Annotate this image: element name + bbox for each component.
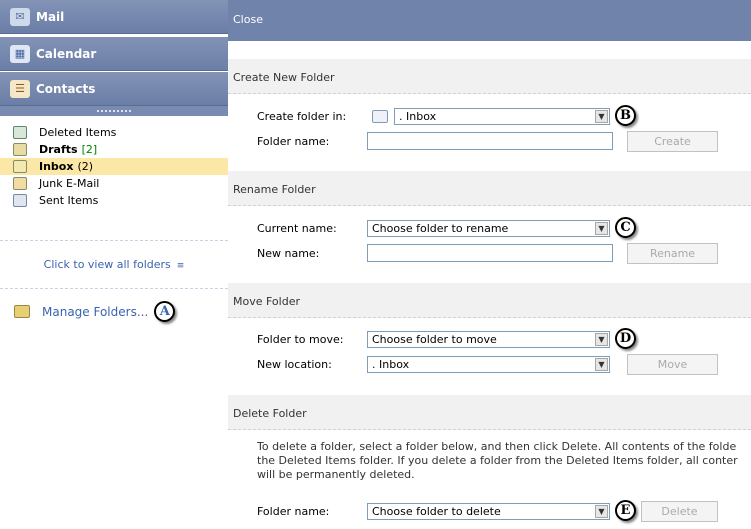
new-location-label: New location:	[257, 357, 332, 371]
folder-to-move-label: Folder to move:	[257, 332, 344, 346]
nav-contacts-label: Contacts	[36, 81, 96, 96]
panel-header: Close	[228, 0, 751, 41]
delete-folder-name-label: Folder name:	[257, 504, 330, 518]
junk-icon	[13, 177, 27, 190]
mail-icon: ✉	[10, 7, 30, 26]
folder-icon	[14, 305, 30, 318]
nav-resize-grip[interactable]	[0, 106, 228, 116]
view-all-folders-link[interactable]: Click to view all folders ≡	[0, 258, 228, 271]
move-location-row: New location: . Inbox ▼ Move	[228, 353, 751, 375]
current-name-label: Current name:	[257, 221, 337, 235]
new-name-input[interactable]	[367, 244, 613, 262]
folder-count: [2]	[81, 143, 98, 156]
new-name-label: New name:	[257, 246, 320, 260]
create-folder-in-row: Create folder in: . Inbox ▼ B	[228, 105, 751, 127]
delete-info-line: the Deleted Items folder. If you delete …	[257, 454, 738, 467]
folder-count: (2)	[77, 160, 94, 173]
navigation-pane: ✉ Mail ▦ Calendar ☰ Contacts Deleted Ite…	[0, 0, 228, 529]
delete-folder-select[interactable]: Choose folder to delete ▼	[367, 502, 610, 520]
create-in-label: Create folder in:	[257, 109, 347, 123]
folder-label: Deleted Items	[39, 126, 117, 139]
inbox-icon	[372, 109, 388, 123]
dropdown-arrow-icon[interactable]: ▼	[595, 109, 608, 123]
delete-select-value: Choose folder to delete	[372, 504, 501, 518]
folder-list: Deleted Items Drafts [2] Inbox (2) Junk …	[0, 124, 228, 209]
inbox-icon	[13, 160, 27, 173]
callout-d: D	[615, 328, 636, 349]
manage-folders-label: Manage Folders...	[42, 304, 149, 319]
move-select-value: Choose folder to move	[372, 332, 497, 346]
rename-new-row: New name: Rename	[228, 242, 751, 264]
nav-calendar-button[interactable]: ▦ Calendar	[0, 37, 228, 71]
folder-drafts[interactable]: Drafts [2]	[0, 141, 228, 158]
folder-name-label: Folder name:	[257, 134, 330, 148]
new-location-select[interactable]: . Inbox ▼	[367, 355, 610, 373]
dropdown-arrow-icon[interactable]: ▼	[595, 357, 608, 371]
folder-junk-email[interactable]: Junk E-Mail	[0, 175, 228, 192]
delete-section-title: Delete Folder	[228, 395, 751, 430]
create-in-value: . Inbox	[399, 109, 437, 123]
location-select-value: . Inbox	[372, 357, 410, 371]
folder-label: Junk E-Mail	[39, 177, 100, 190]
folder-label: Inbox	[39, 160, 74, 173]
nav-mail-button[interactable]: ✉ Mail	[0, 0, 228, 34]
chevron-down-icon: ≡	[176, 261, 185, 271]
divider	[0, 240, 228, 241]
rename-button[interactable]: Rename	[627, 242, 718, 264]
contacts-icon: ☰	[10, 79, 30, 98]
delete-instructions: To delete a folder, select a folder belo…	[257, 440, 751, 482]
callout-c: C	[615, 217, 636, 238]
callout-e: E	[615, 500, 636, 521]
trash-icon	[13, 126, 27, 139]
create-folder-name-row: Folder name: Create	[228, 130, 751, 152]
folder-sent-items[interactable]: Sent Items	[0, 192, 228, 209]
close-link[interactable]: Close	[233, 13, 263, 26]
create-folder-in-select[interactable]: . Inbox ▼	[394, 107, 610, 125]
new-folder-name-input[interactable]	[367, 132, 613, 150]
dropdown-arrow-icon[interactable]: ▼	[595, 332, 608, 346]
move-folder-select[interactable]: Choose folder to move ▼	[367, 330, 610, 348]
delete-folder-row: Folder name: Choose folder to delete ▼ E…	[228, 500, 751, 522]
divider	[0, 288, 228, 289]
view-all-label: Click to view all folders	[43, 258, 171, 271]
create-section-title: Create New Folder	[228, 59, 751, 94]
folder-label: Sent Items	[39, 194, 99, 207]
folder-label: Drafts	[39, 143, 78, 156]
create-button[interactable]: Create	[627, 130, 718, 152]
delete-button[interactable]: Delete	[641, 500, 718, 522]
callout-a: A	[154, 301, 176, 322]
sent-icon	[13, 194, 27, 207]
rename-select-value: Choose folder to rename	[372, 221, 509, 235]
nav-mail-label: Mail	[36, 9, 65, 24]
rename-current-row: Current name: Choose folder to rename ▼ …	[228, 217, 751, 239]
move-section-title: Move Folder	[228, 283, 751, 318]
folder-inbox[interactable]: Inbox (2)	[0, 158, 228, 175]
folder-deleted-items[interactable]: Deleted Items	[0, 124, 228, 141]
drafts-icon	[13, 143, 27, 156]
nav-calendar-label: Calendar	[36, 46, 97, 61]
rename-folder-select[interactable]: Choose folder to rename ▼	[367, 219, 610, 237]
dropdown-arrow-icon[interactable]: ▼	[595, 221, 608, 235]
nav-contacts-button[interactable]: ☰ Contacts	[0, 72, 228, 106]
delete-info-line: To delete a folder, select a folder belo…	[257, 440, 737, 453]
manage-folders-link[interactable]: Manage Folders... A	[14, 301, 176, 322]
callout-b: B	[615, 105, 636, 126]
move-folder-row: Folder to move: Choose folder to move ▼ …	[228, 328, 751, 350]
calendar-icon: ▦	[10, 44, 30, 63]
delete-info-line: will be permanently deleted.	[257, 468, 415, 481]
manage-folders-panel: Close Create New Folder Create folder in…	[228, 0, 751, 529]
rename-section-title: Rename Folder	[228, 171, 751, 206]
dropdown-arrow-icon[interactable]: ▼	[595, 504, 608, 518]
move-button[interactable]: Move	[627, 353, 718, 375]
